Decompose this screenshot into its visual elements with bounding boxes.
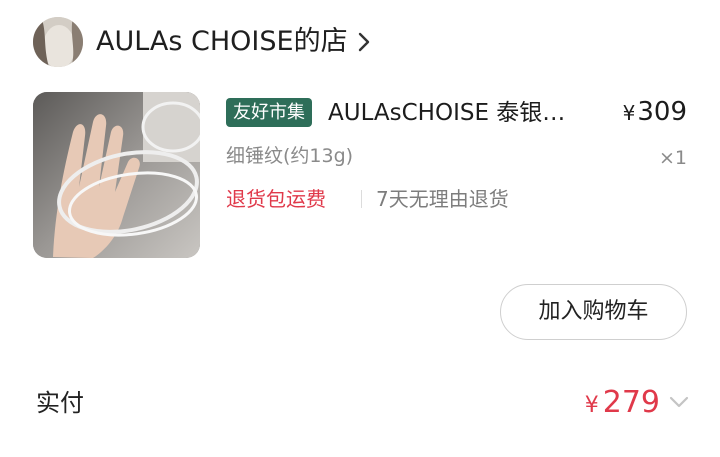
- store-name: AULAs CHOISE的店: [96, 26, 348, 57]
- market-badge: 友好市集: [226, 98, 312, 127]
- paid-currency: ¥: [584, 393, 599, 418]
- paid-amount[interactable]: ¥279: [560, 383, 660, 426]
- chevron-down-icon[interactable]: [668, 394, 690, 410]
- price-currency: ¥: [622, 101, 636, 125]
- chevron-right-icon: [358, 32, 369, 52]
- store-avatar[interactable]: [33, 17, 83, 67]
- paid-label: 实付: [36, 389, 84, 417]
- seven-day-return-tag: 7天无理由退货: [376, 187, 509, 211]
- paid-value: 279: [602, 385, 660, 420]
- product-quantity: ×1: [658, 147, 687, 169]
- return-shipping-tag: 退货包运费: [226, 187, 326, 211]
- price-value: 309: [637, 97, 687, 127]
- store-avatar-image: [33, 17, 83, 67]
- product-variant: 细锤纹(约13g): [226, 145, 354, 167]
- store-link[interactable]: AULAs CHOISE的店: [96, 24, 372, 60]
- tag-divider: [361, 190, 362, 208]
- product-title[interactable]: AULAsCHOISE 泰银…: [328, 96, 596, 130]
- product-image[interactable]: [33, 92, 200, 258]
- product-photo: [33, 92, 200, 258]
- product-price: ¥309: [612, 94, 687, 131]
- add-to-cart-button[interactable]: 加入购物车: [500, 284, 687, 340]
